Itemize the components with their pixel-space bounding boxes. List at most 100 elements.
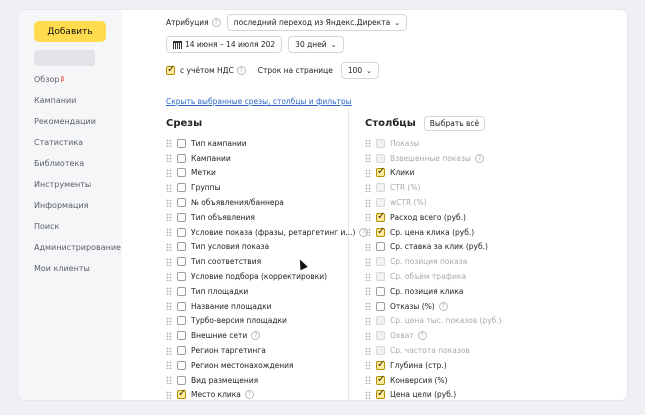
item-checkbox[interactable] xyxy=(177,375,186,385)
vat-checkbox[interactable] xyxy=(166,64,175,75)
item-checkbox[interactable] xyxy=(376,301,385,311)
drag-handle-icon[interactable] xyxy=(166,331,172,340)
list-item[interactable]: Условие подбора (корректировки) xyxy=(166,269,368,284)
drag-handle-icon[interactable] xyxy=(365,376,371,385)
list-item[interactable]: Место клика? xyxy=(166,388,368,400)
help-icon[interactable]: ? xyxy=(474,153,484,163)
item-checkbox[interactable] xyxy=(177,212,186,222)
list-item[interactable]: Турбо-версия площадки xyxy=(166,314,368,329)
drag-handle-icon[interactable] xyxy=(166,272,172,281)
list-item[interactable]: Конверсия (%) xyxy=(365,373,502,388)
list-item[interactable]: Ср. цена тыс. показов (руб.) xyxy=(365,314,502,329)
drag-handle-icon[interactable] xyxy=(166,198,172,207)
list-item[interactable]: Условие показа (фразы, ретаргетинг и...)… xyxy=(166,225,369,240)
drag-handle-icon[interactable] xyxy=(365,154,371,163)
drag-handle-icon[interactable] xyxy=(365,228,371,237)
drag-handle-icon[interactable] xyxy=(365,390,371,399)
item-checkbox[interactable] xyxy=(177,138,186,148)
list-item[interactable]: Ср. объём трафика xyxy=(365,269,502,284)
item-checkbox[interactable] xyxy=(177,301,186,311)
drag-handle-icon[interactable] xyxy=(166,390,172,399)
list-item[interactable]: Охват? xyxy=(365,328,502,343)
list-item[interactable]: Тип условия показа xyxy=(166,240,368,255)
list-item[interactable]: Ср. позиция клика xyxy=(365,284,502,299)
drag-handle-icon[interactable] xyxy=(365,331,371,340)
item-checkbox[interactable] xyxy=(177,331,186,341)
list-item[interactable]: Ср. цена клика (руб.) xyxy=(365,225,502,240)
drag-handle-icon[interactable] xyxy=(166,213,172,222)
item-checkbox[interactable] xyxy=(177,286,186,296)
drag-handle-icon[interactable] xyxy=(166,154,172,163)
item-checkbox[interactable] xyxy=(177,388,186,400)
drag-handle-icon[interactable] xyxy=(365,168,371,177)
item-checkbox[interactable] xyxy=(376,359,385,370)
sidebar-item[interactable]: Статистика xyxy=(34,132,121,153)
list-item[interactable]: Тип кампании xyxy=(166,136,368,151)
list-item[interactable]: Тип площадки xyxy=(166,284,368,299)
sidebar-item[interactable]: Мои клиенты xyxy=(34,258,121,279)
item-checkbox[interactable] xyxy=(376,242,385,252)
drag-handle-icon[interactable] xyxy=(365,316,371,325)
list-item[interactable]: Клики xyxy=(365,166,502,181)
item-checkbox[interactable] xyxy=(177,272,186,282)
sidebar-item[interactable]: Поиск xyxy=(34,216,121,237)
item-checkbox[interactable] xyxy=(177,242,186,252)
add-button[interactable]: Добавить xyxy=(34,21,106,42)
sidebar-item[interactable]: Кампании xyxy=(34,90,121,111)
drag-handle-icon[interactable] xyxy=(166,376,172,385)
list-item[interactable]: Тип соответствия xyxy=(166,254,368,269)
item-checkbox[interactable] xyxy=(376,388,385,400)
sidebar-item[interactable]: Администрирование xyxy=(34,237,121,258)
attribution-select[interactable]: последний переход из Яндекс.Директа ⌄ xyxy=(226,14,408,31)
drag-handle-icon[interactable] xyxy=(365,272,371,281)
item-checkbox[interactable] xyxy=(376,286,385,296)
sidebar-item[interactable]: Информация xyxy=(34,195,121,216)
help-icon[interactable]: ? xyxy=(438,301,448,311)
item-checkbox[interactable] xyxy=(177,346,186,356)
sidebar-item[interactable]: Обзор β xyxy=(34,69,121,90)
drag-handle-icon[interactable] xyxy=(166,228,172,237)
drag-handle-icon[interactable] xyxy=(166,168,172,177)
drag-handle-icon[interactable] xyxy=(166,257,172,266)
list-item[interactable]: Цена цели (руб.) xyxy=(365,388,502,400)
list-item[interactable]: Регион местонахождения xyxy=(166,358,368,373)
list-item[interactable]: Ср. ставка за клик (руб.) xyxy=(365,240,502,255)
help-icon[interactable]: ? xyxy=(244,390,254,400)
drag-handle-icon[interactable] xyxy=(166,242,172,251)
list-item[interactable]: Кампании xyxy=(166,151,368,166)
list-item[interactable]: Регион таргетинга xyxy=(166,343,368,358)
list-item[interactable]: CTR (%) xyxy=(365,180,502,195)
item-checkbox[interactable] xyxy=(177,153,186,163)
list-item[interactable]: wCTR (%) xyxy=(365,195,502,210)
drag-handle-icon[interactable] xyxy=(166,302,172,311)
help-icon[interactable]: ? xyxy=(236,66,246,75)
drag-handle-icon[interactable] xyxy=(365,139,371,148)
drag-handle-icon[interactable] xyxy=(365,361,371,370)
list-item[interactable]: Название площадки xyxy=(166,299,368,314)
drag-handle-icon[interactable] xyxy=(166,346,172,355)
item-checkbox[interactable] xyxy=(177,227,186,237)
item-checkbox[interactable] xyxy=(376,226,385,237)
item-checkbox[interactable] xyxy=(177,198,186,208)
list-item[interactable]: Метки xyxy=(166,166,368,181)
drag-handle-icon[interactable] xyxy=(365,242,371,251)
help-icon[interactable]: ? xyxy=(211,18,221,27)
list-item[interactable]: Вид размещения xyxy=(166,373,368,388)
list-item[interactable]: Расход всего (руб.) xyxy=(365,210,502,225)
drag-handle-icon[interactable] xyxy=(365,287,371,296)
hide-selected-link[interactable]: Скрыть выбранные срезы, столбцы и фильтр… xyxy=(166,97,352,106)
help-icon[interactable]: ? xyxy=(417,331,427,341)
drag-handle-icon[interactable] xyxy=(365,183,371,192)
drag-handle-icon[interactable] xyxy=(166,316,172,325)
item-checkbox[interactable] xyxy=(177,168,186,178)
item-checkbox[interactable] xyxy=(177,183,186,193)
sidebar-item[interactable]: Библиотека xyxy=(34,153,121,174)
drag-handle-icon[interactable] xyxy=(365,257,371,266)
list-item[interactable]: Показы xyxy=(365,136,502,151)
date-range-picker[interactable]: 14 июня – 14 июля 202 xyxy=(166,36,283,53)
drag-handle-icon[interactable] xyxy=(365,346,371,355)
item-checkbox[interactable] xyxy=(376,374,385,385)
item-checkbox[interactable] xyxy=(177,360,186,370)
sidebar-item[interactable]: Рекомендации xyxy=(34,111,121,132)
list-item[interactable]: Внешние сети? xyxy=(166,328,368,343)
